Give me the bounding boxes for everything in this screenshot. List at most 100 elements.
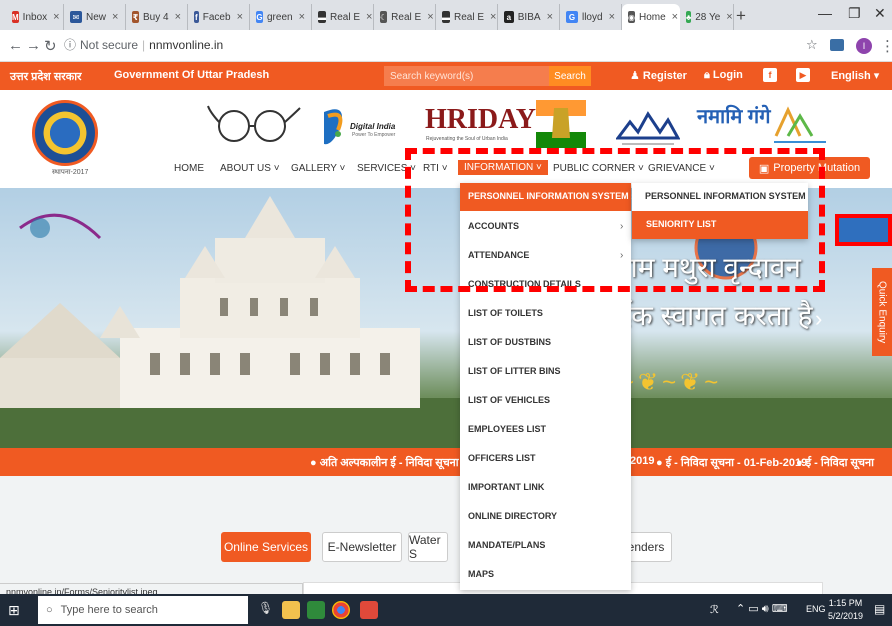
- shop-icon: ₹: [132, 11, 139, 23]
- maximize-button[interactable]: ❐: [848, 5, 861, 22]
- menu-item-officers-list[interactable]: OFFICERS LIST: [468, 453, 536, 463]
- facebook-icon[interactable]: f: [763, 68, 777, 82]
- menu-item-employees-list[interactable]: EMPLOYEES LIST: [468, 424, 546, 434]
- facebook-icon: f: [194, 11, 199, 23]
- close-icon[interactable]: ×: [490, 11, 496, 23]
- close-icon[interactable]: ×: [366, 11, 372, 23]
- digital-india-text: Digital India: [350, 122, 396, 131]
- ticker-item[interactable]: ● अति अल्पकालीन ई - निविदा सूचना: [310, 455, 459, 470]
- browser-tab[interactable]: a BIBA ×: [498, 4, 560, 30]
- browser-tab[interactable]: M Inbox ×: [6, 4, 64, 30]
- notification-icon[interactable]: ▤: [874, 602, 885, 616]
- ticker-item[interactable]: 2019: [630, 455, 654, 467]
- windows-start-icon[interactable]: ⊞: [8, 602, 20, 619]
- close-icon[interactable]: ×: [427, 11, 433, 23]
- close-icon[interactable]: ×: [175, 11, 181, 23]
- browser-tab[interactable]: Glloyd ×: [560, 4, 622, 30]
- browser-tab[interactable]: ▬ Real E ×: [436, 4, 498, 30]
- browser-tab[interactable]: f Faceb ×: [188, 4, 250, 30]
- browser-tab[interactable]: Ggreen ×: [250, 4, 312, 30]
- menu-item-mandate-plans[interactable]: MANDATE/PLANS: [468, 540, 545, 550]
- app-icon[interactable]: [360, 601, 378, 619]
- browser-tab-active[interactable]: ◉ Home ×: [622, 4, 680, 30]
- amazon-icon: a: [504, 11, 514, 23]
- forward-icon[interactable]: →: [26, 37, 41, 54]
- close-icon[interactable]: ×: [112, 11, 118, 23]
- menu-item-online-directory[interactable]: ONLINE DIRECTORY: [468, 511, 557, 521]
- site-search-button[interactable]: Search: [549, 66, 591, 86]
- user-icon: ♟: [630, 70, 643, 82]
- nagar-nigam-emblem[interactable]: [32, 100, 98, 166]
- close-icon[interactable]: ×: [299, 11, 305, 23]
- page-icon: ▬: [318, 11, 326, 23]
- moon-icon: ☾: [380, 11, 388, 23]
- profile-avatar[interactable]: I: [856, 38, 872, 54]
- menu-kebab-icon[interactable]: ⋮: [880, 37, 892, 55]
- annotation-fill: [839, 218, 888, 242]
- excel-icon[interactable]: [307, 601, 325, 619]
- close-icon[interactable]: ×: [609, 11, 615, 23]
- bookmark-star-icon[interactable]: ☆: [806, 37, 818, 53]
- state-hindi-link[interactable]: उत्तर प्रदेश सरकार: [10, 69, 82, 84]
- back-icon[interactable]: ←: [8, 37, 23, 54]
- nav-gallery[interactable]: GALLERY ˅: [291, 163, 345, 174]
- language-indicator[interactable]: ENG: [806, 604, 826, 614]
- hriday-logo[interactable]: HRIDAY: [425, 104, 536, 136]
- tab-online-services[interactable]: Online Services: [221, 532, 311, 562]
- taskbar-clock[interactable]: 1:15 PM 5/2/2019: [828, 597, 863, 623]
- chrome-icon[interactable]: [332, 601, 350, 619]
- language-select[interactable]: English ▾: [831, 69, 879, 82]
- browser-tab[interactable]: ✉ New ×: [64, 4, 126, 30]
- close-icon[interactable]: ×: [726, 11, 732, 23]
- swachh-bharat-logo[interactable]: [206, 104, 302, 152]
- close-icon[interactable]: ×: [237, 11, 243, 23]
- nav-home[interactable]: HOME: [174, 163, 204, 174]
- browser-tab[interactable]: ☾ Real E ×: [374, 4, 436, 30]
- address-bar: ← → ↻ ⓘ Not secure | nnmvonline.in ☆ I ⋮: [0, 30, 892, 62]
- browser-tab[interactable]: ₹ Buy 4 ×: [126, 4, 188, 30]
- close-icon[interactable]: ×: [672, 11, 678, 23]
- site-search-input[interactable]: [384, 66, 549, 86]
- quick-enquiry-tab[interactable]: Quick Enquiry: [872, 268, 892, 356]
- new-tab-button[interactable]: +: [736, 6, 746, 26]
- carousel-next-icon[interactable]: ›: [815, 306, 822, 332]
- menu-item-list-of-toilets[interactable]: LIST OF TOILETS: [468, 308, 543, 318]
- nav-about-us[interactable]: ABOUT US ˅: [220, 163, 280, 174]
- close-window-button[interactable]: ✕: [874, 5, 886, 22]
- browser-tab-strip: M Inbox × ✉ New × ₹ Buy 4 × f Faceb × Ggreen × ▬ R…: [0, 0, 892, 30]
- close-icon[interactable]: ×: [53, 11, 59, 23]
- menu-item-important-link[interactable]: IMPORTANT LINK: [468, 482, 544, 492]
- taskbar-search[interactable]: ○ Type here to search: [38, 596, 248, 624]
- reload-icon[interactable]: ↻: [44, 37, 57, 55]
- mic-icon[interactable]: 🎙︎: [258, 601, 276, 619]
- emblem-year: स्थापना-2017: [52, 169, 89, 176]
- menu-item-list-of-litter-bins[interactable]: LIST OF LITTER BINS: [468, 366, 561, 376]
- menu-item-list-of-dustbins[interactable]: LIST OF DUSTBINS: [468, 337, 551, 347]
- file-explorer-icon[interactable]: [282, 601, 300, 619]
- people-icon[interactable]: ℛ: [710, 603, 719, 616]
- scheme-logo[interactable]: [770, 104, 830, 148]
- state-english-link[interactable]: Government Of Uttar Pradesh: [114, 69, 269, 81]
- ticker-item[interactable]: ● ई - निविदा सूचना: [796, 455, 874, 470]
- minimize-button[interactable]: —: [818, 5, 832, 21]
- menu-item-list-of-vehicles[interactable]: LIST OF VEHICLES: [468, 395, 550, 405]
- smart-city-logo[interactable]: [616, 104, 680, 148]
- register-link[interactable]: ♟ Register: [630, 69, 687, 82]
- youtube-icon[interactable]: ▶: [796, 68, 810, 82]
- tab-water-supply[interactable]: Water S: [408, 532, 448, 562]
- browser-tab[interactable]: ▬ Real E ×: [312, 4, 374, 30]
- site-top-bar: उत्तर प्रदेश सरकार Government Of Uttar P…: [0, 62, 892, 90]
- google-icon: G: [256, 11, 263, 23]
- namami-gange-logo[interactable]: नमामि गंगे: [697, 102, 770, 129]
- extension-icon[interactable]: [830, 39, 844, 51]
- tray-icons[interactable]: ⌃ ▭ 🔊︎ ⌨: [736, 602, 788, 616]
- news-ticker: ● अति अल्पकालीन ई - निविदा सूचना 2019 ● …: [0, 448, 892, 476]
- emblem-logo[interactable]: [536, 100, 586, 150]
- url-field[interactable]: ⓘ Not secure | nnmvonline.in: [64, 36, 223, 53]
- menu-item-maps[interactable]: MAPS: [468, 569, 494, 579]
- ticker-item[interactable]: ● ई - निविदा सूचना - 01-Feb-2019: [656, 455, 807, 470]
- tab-e-newsletter[interactable]: E-Newsletter: [322, 532, 402, 562]
- browser-tab[interactable]: ♣ 28 Ye ×: [680, 4, 734, 30]
- login-link[interactable]: 🔒︎ Login: [704, 69, 743, 82]
- close-icon[interactable]: ×: [547, 11, 553, 23]
